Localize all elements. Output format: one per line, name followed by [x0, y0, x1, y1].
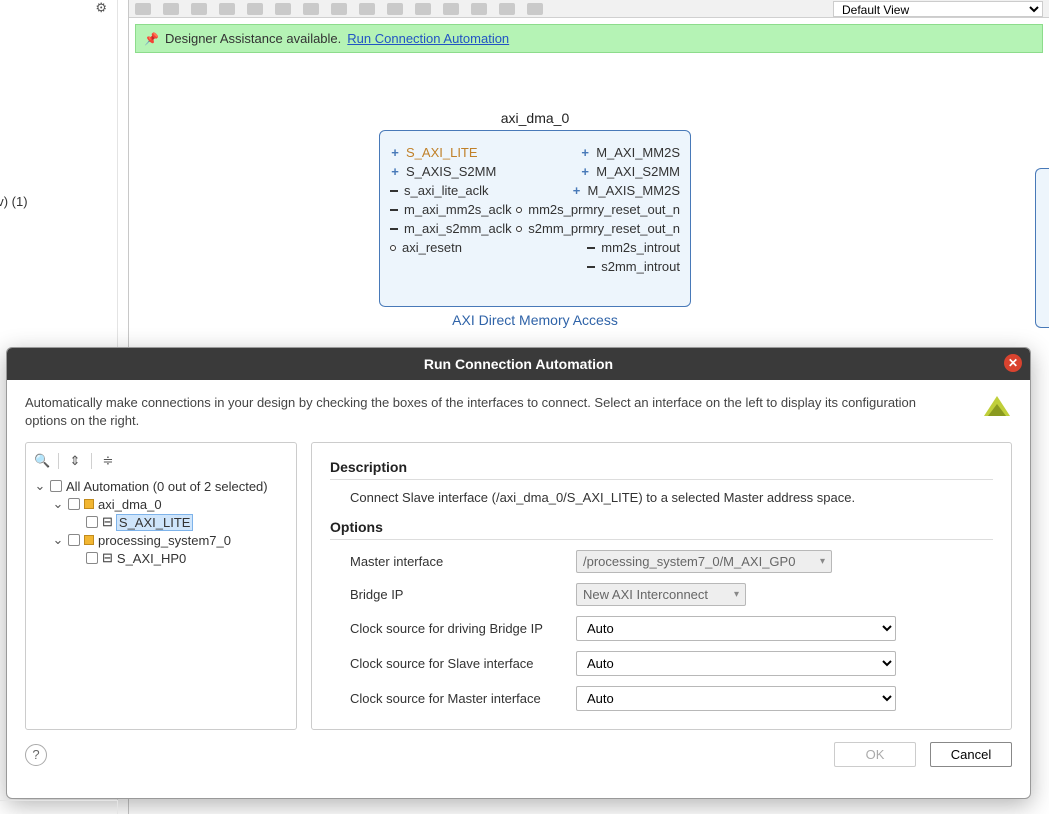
clock-slave-label: Clock source for Slave interface: [350, 656, 568, 671]
tree-leaf-s-axi-hp0[interactable]: ⊟ S_AXI_HP0: [34, 549, 288, 567]
run-connection-automation-link[interactable]: Run Connection Automation: [347, 31, 509, 46]
align-right-icon[interactable]: [331, 3, 347, 15]
port-s-axis-s2mm[interactable]: +S_AXIS_S2MM: [390, 164, 512, 179]
clock-master-select[interactable]: Auto: [576, 686, 896, 711]
pin-icon: 📌: [144, 32, 159, 46]
port-m-axi-mm2s-aclk[interactable]: m_axi_mm2s_aclk: [390, 202, 512, 217]
search-icon[interactable]: [275, 3, 291, 15]
make-external-icon[interactable]: [387, 3, 403, 15]
bottom-divider: [0, 800, 118, 814]
assist-text: Designer Assistance available.: [165, 31, 341, 46]
automation-tree-panel: 🔍 ⇕ ≑ ⌄ All Automation (0 out of 2 selec…: [25, 442, 297, 730]
tree-label: processing_system7_0: [98, 533, 231, 548]
expand-icon[interactable]: [219, 3, 235, 15]
ok-button[interactable]: OK: [834, 742, 916, 767]
port-axi-resetn[interactable]: axi_resetn: [390, 240, 512, 255]
port-mm2s-introut[interactable]: mm2s_introut: [587, 240, 680, 255]
tree-label: S_AXI_LITE: [117, 515, 193, 530]
port-m-axi-mm2s[interactable]: M_AXI_MM2S+: [580, 145, 680, 160]
regenerate-icon[interactable]: [499, 3, 515, 15]
options-heading: Options: [330, 519, 993, 535]
tree-search-icon[interactable]: 🔍: [34, 453, 50, 469]
checkbox[interactable]: [68, 534, 80, 546]
zoom-in-icon[interactable]: [135, 3, 151, 15]
vivado-brand-icon: [982, 394, 1012, 424]
port-s2mm-prmry-reset-out-n[interactable]: s2mm_prmry_reset_out_n: [516, 221, 680, 236]
port-m-axi-s2mm-aclk[interactable]: m_axi_s2mm_aclk: [390, 221, 512, 236]
tree-leaf-s-axi-lite[interactable]: ⊟ S_AXI_LITE: [34, 513, 288, 531]
port-m-axis-mm2s[interactable]: M_AXIS_MM2S+: [572, 183, 680, 198]
run-connection-automation-dialog: Run Connection Automation ✕ Automaticall…: [6, 347, 1031, 799]
collapse-icon[interactable]: [247, 3, 263, 15]
port-s-axi-lite-aclk[interactable]: s_axi_lite_aclk: [390, 183, 512, 198]
port-s2mm-introut[interactable]: s2mm_introut: [587, 259, 680, 274]
tree-label: S_AXI_HP0: [117, 551, 186, 566]
port-m-axi-s2mm[interactable]: M_AXI_S2MM+: [580, 164, 680, 179]
tree-root-label: All Automation (0 out of 2 selected): [66, 479, 268, 494]
automation-detail-panel: Description Connect Slave interface (/ax…: [311, 442, 1012, 730]
clock-bridge-label: Clock source for driving Bridge IP: [350, 621, 568, 636]
description-text: Connect Slave interface (/axi_dma_0/S_AX…: [330, 490, 993, 505]
partial-ip-block[interactable]: [1035, 168, 1049, 328]
ip-icon: [84, 499, 94, 509]
designer-assistance-bar: 📌 Designer Assistance available. Run Con…: [135, 24, 1043, 53]
tree-root[interactable]: ⌄ All Automation (0 out of 2 selected): [34, 477, 288, 495]
validate-icon[interactable]: [443, 3, 459, 15]
view-select[interactable]: Default View: [833, 1, 1043, 17]
twisty-icon[interactable]: ⌄: [52, 532, 64, 548]
align-left-icon[interactable]: [303, 3, 319, 15]
twisty-icon[interactable]: ⌄: [34, 478, 46, 494]
description-heading: Description: [330, 459, 993, 475]
tree-node-ps7[interactable]: ⌄ processing_system7_0: [34, 531, 288, 549]
clock-bridge-select[interactable]: Auto: [576, 616, 896, 641]
zoom-out-icon[interactable]: [163, 3, 179, 15]
master-interface-label: Master interface: [350, 554, 568, 569]
ip-icon: [84, 535, 94, 545]
clock-slave-select[interactable]: Auto: [576, 651, 896, 676]
source-file-label[interactable]: r.v) (1): [0, 194, 28, 209]
expand-all-icon[interactable]: ≑: [100, 453, 116, 469]
checkbox[interactable]: [50, 480, 62, 492]
twisty-icon[interactable]: ⌄: [52, 496, 64, 512]
checkbox[interactable]: [86, 516, 98, 528]
dialog-title: Run Connection Automation: [424, 356, 613, 372]
close-icon[interactable]: ✕: [1004, 354, 1022, 372]
dialog-intro: Automatically make connections in your d…: [25, 394, 925, 436]
cancel-button[interactable]: Cancel: [930, 742, 1012, 767]
dialog-titlebar: Run Connection Automation ✕: [7, 348, 1030, 380]
customize-icon[interactable]: [415, 3, 431, 15]
add-ip-icon[interactable]: [359, 3, 375, 15]
block-instance-name: axi_dma_0: [379, 110, 691, 126]
pin-icon[interactable]: [471, 3, 487, 15]
interface-icon: ⊟: [102, 514, 113, 530]
interface-icon: ⊟: [102, 550, 113, 566]
checkbox[interactable]: [86, 552, 98, 564]
port-s-axi-lite[interactable]: +S_AXI_LITE: [390, 145, 512, 160]
tree-node-axi-dma[interactable]: ⌄ axi_dma_0: [34, 495, 288, 513]
canvas-toolbar: Default View: [129, 0, 1049, 18]
gear-icon[interactable]: ⚙: [95, 0, 107, 16]
save-icon[interactable]: [527, 3, 543, 15]
tree-label: axi_dma_0: [98, 497, 162, 512]
bridge-ip-select[interactable]: New AXI Interconnect▾: [576, 583, 746, 606]
block-type-label: AXI Direct Memory Access: [380, 312, 690, 328]
master-interface-select[interactable]: /processing_system7_0/M_AXI_GP0▾: [576, 550, 832, 573]
checkbox[interactable]: [68, 498, 80, 510]
collapse-all-icon[interactable]: ⇕: [67, 453, 83, 469]
port-mm2s-prmry-reset-out-n[interactable]: mm2s_prmry_reset_out_n: [516, 202, 680, 217]
bridge-ip-label: Bridge IP: [350, 587, 568, 602]
clock-master-label: Clock source for Master interface: [350, 691, 568, 706]
help-icon[interactable]: ?: [25, 744, 47, 766]
zoom-fit-icon[interactable]: [191, 3, 207, 15]
ip-block-axi-dma[interactable]: axi_dma_0 +S_AXI_LITE +S_AXIS_S2MM s_axi_l…: [379, 110, 691, 307]
